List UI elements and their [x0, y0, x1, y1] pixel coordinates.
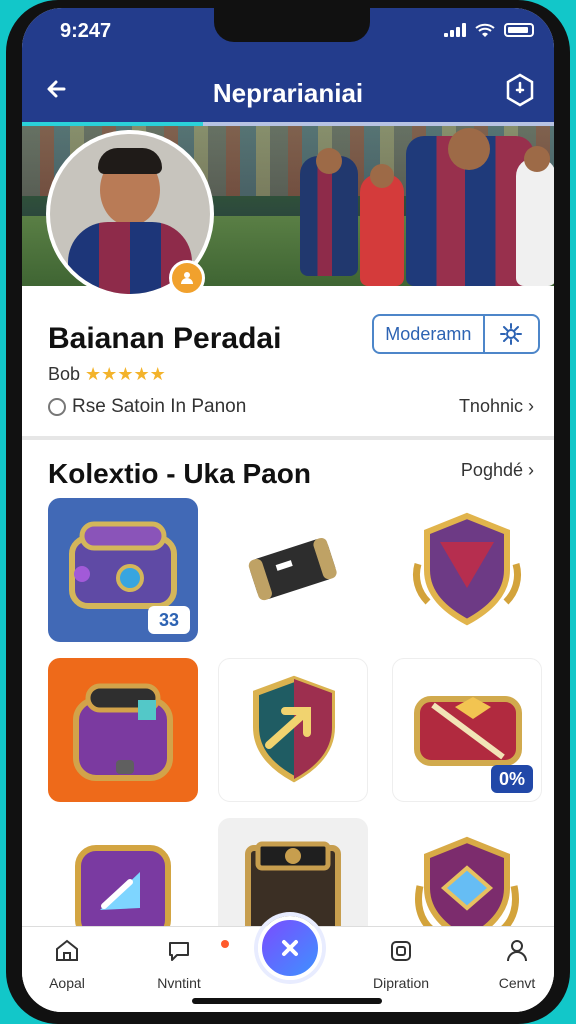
collection-grid: 33 0%: [48, 498, 542, 962]
screen: 9:247 Neprarianiai Baianan Peradai Bob ★…: [22, 8, 554, 1012]
item-card[interactable]: [218, 658, 368, 802]
segment-control[interactable]: Moderamn: [372, 314, 540, 354]
player-1: [300, 156, 358, 276]
status-time: 9:247: [60, 20, 112, 42]
gear-icon[interactable]: [485, 316, 538, 352]
box-icon: [387, 937, 415, 965]
player-4: [516, 158, 554, 286]
rating-row: Bob ★★★★★: [48, 364, 166, 385]
status-link-text[interactable]: Tnohnic: [459, 396, 523, 416]
player-2: [360, 174, 404, 286]
section-link[interactable]: Poghdé ›: [461, 460, 534, 481]
home-indicator: [192, 998, 382, 1004]
item-card[interactable]: 33: [48, 498, 198, 642]
nav-label-chat: Nvntint: [157, 975, 201, 991]
player-head-3: [448, 128, 490, 170]
phone-frame: 9:247 Neprarianiai Baianan Peradai Bob ★…: [6, 0, 570, 1024]
item-card[interactable]: 0%: [392, 658, 542, 802]
page-title: Neprarianiai: [212, 78, 364, 108]
nav-label-user: Cenvt: [498, 975, 536, 991]
player-head-4: [524, 146, 550, 172]
chevron-right-icon: ›: [528, 460, 534, 480]
nav-item-user[interactable]: Cenvt: [472, 937, 554, 991]
section-link-text[interactable]: Poghdé: [461, 460, 523, 480]
status-icons: [444, 22, 534, 38]
item-card[interactable]: [48, 658, 198, 802]
nav-item-box[interactable]: Dipration: [356, 937, 446, 991]
rating-text: Bob: [48, 364, 81, 384]
shield-icon[interactable]: [502, 72, 538, 108]
notification-dot: [221, 940, 229, 948]
chevron-right-icon: ›: [528, 396, 534, 416]
player-head-1: [316, 148, 342, 174]
section-title: Kolextio - Uka Paon: [48, 458, 311, 489]
user-icon: [503, 937, 531, 965]
item-badge: 33: [148, 606, 190, 634]
item-badge: 0%: [491, 765, 533, 793]
player-head-2: [370, 164, 394, 188]
item-card[interactable]: [392, 498, 542, 642]
status-line: Rse Satoin In Panon: [48, 396, 246, 418]
signal-icon: [444, 23, 466, 37]
status-link[interactable]: Tnohnic ›: [459, 396, 534, 417]
nav-item-home[interactable]: Aopal: [22, 937, 112, 991]
x-icon[interactable]: [258, 916, 322, 980]
verified-badge-icon: [169, 260, 205, 296]
nav-label-home: Aopal: [49, 975, 85, 991]
header: 9:247 Neprarianiai: [22, 8, 554, 126]
segment-label[interactable]: Moderamn: [374, 316, 485, 352]
notch: [214, 8, 370, 42]
avatar-hair: [98, 148, 162, 174]
wifi-icon: [475, 23, 495, 37]
profile-name: Baianan Peradai: [48, 322, 282, 355]
rating-stars: ★★★★★: [85, 364, 166, 384]
home-icon: [53, 937, 81, 965]
divider: [22, 436, 554, 440]
battery-icon: [504, 23, 534, 37]
item-card[interactable]: [218, 498, 368, 642]
nav-label-box: Dipration: [372, 975, 430, 991]
status-text: Rse Satoin In Panon: [72, 396, 247, 417]
nav-item-chat[interactable]: Nvntint: [134, 937, 229, 991]
chat-icon: [165, 937, 229, 965]
status-circle-icon: [48, 398, 66, 416]
